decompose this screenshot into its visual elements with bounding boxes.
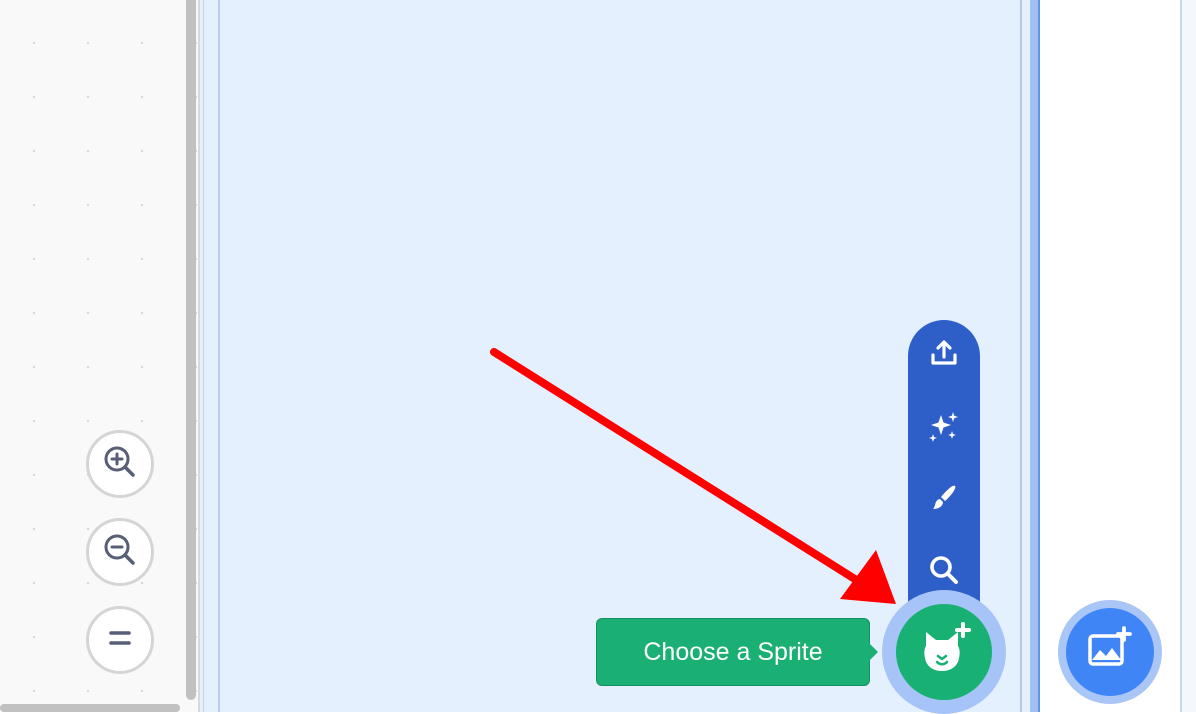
zoom-out-icon	[102, 532, 138, 573]
zoom-out-button[interactable]	[86, 518, 154, 586]
reset-zoom-button[interactable]	[86, 606, 154, 674]
pane-border-inner	[218, 0, 220, 712]
choose-backdrop-button[interactable]	[1066, 608, 1154, 696]
sparkle-icon	[928, 410, 960, 447]
equals-icon	[106, 624, 134, 657]
paintbrush-icon	[928, 482, 960, 519]
zoom-in-button[interactable]	[86, 430, 154, 498]
code-workspace[interactable]	[0, 0, 198, 712]
search-icon	[928, 554, 960, 591]
workspace-horizontal-scrollbar[interactable]	[0, 704, 180, 712]
choose-sprite-tooltip: Choose a Sprite	[596, 618, 870, 686]
right-edge-strip	[1180, 0, 1196, 712]
zoom-in-icon	[102, 444, 138, 485]
choose-sprite-button[interactable]	[896, 604, 992, 700]
stage-pane-edge	[1030, 0, 1040, 712]
paint-sprite-button[interactable]	[908, 470, 980, 530]
upload-icon	[928, 338, 960, 375]
surprise-sprite-button[interactable]	[908, 398, 980, 458]
image-plus-icon	[1086, 625, 1134, 679]
pane-border-left	[203, 0, 204, 712]
workspace-vertical-scrollbar[interactable]	[186, 0, 196, 700]
upload-sprite-button[interactable]	[908, 326, 980, 386]
pane-border-right	[1020, 0, 1022, 712]
tooltip-arrow	[869, 643, 878, 661]
cat-plus-icon	[914, 620, 974, 685]
